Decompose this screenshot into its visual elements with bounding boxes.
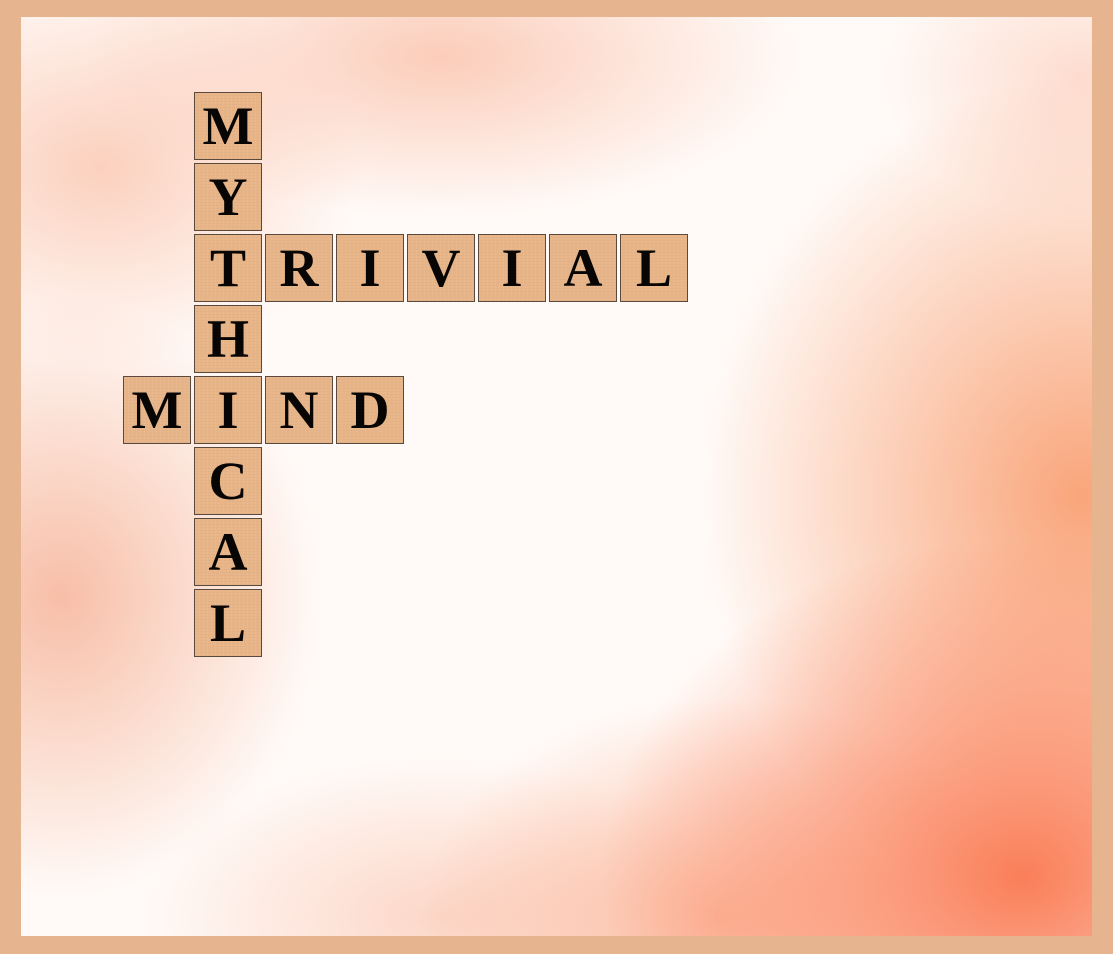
tile-mythical-t: T [194,234,262,302]
tile-mind-n: N [265,376,333,444]
tile-mythical-a: A [194,518,262,586]
tile-trivial-r: R [265,234,333,302]
tile-mind-d: D [336,376,404,444]
tile-trivial-l: L [620,234,688,302]
tile-mythical-l: L [194,589,262,657]
tile-trivial-i1: I [336,234,404,302]
tile-mythical-h: H [194,305,262,373]
tile-mythical-y: Y [194,163,262,231]
tile-mythical-m: M [194,92,262,160]
tile-mythical-i: I [194,376,262,444]
tile-trivial-a: A [549,234,617,302]
tile-mind-m: M [123,376,191,444]
tile-trivial-v: V [407,234,475,302]
tile-mythical-c: C [194,447,262,515]
tile-trivial-i2: I [478,234,546,302]
watercolor-background [21,17,1092,936]
